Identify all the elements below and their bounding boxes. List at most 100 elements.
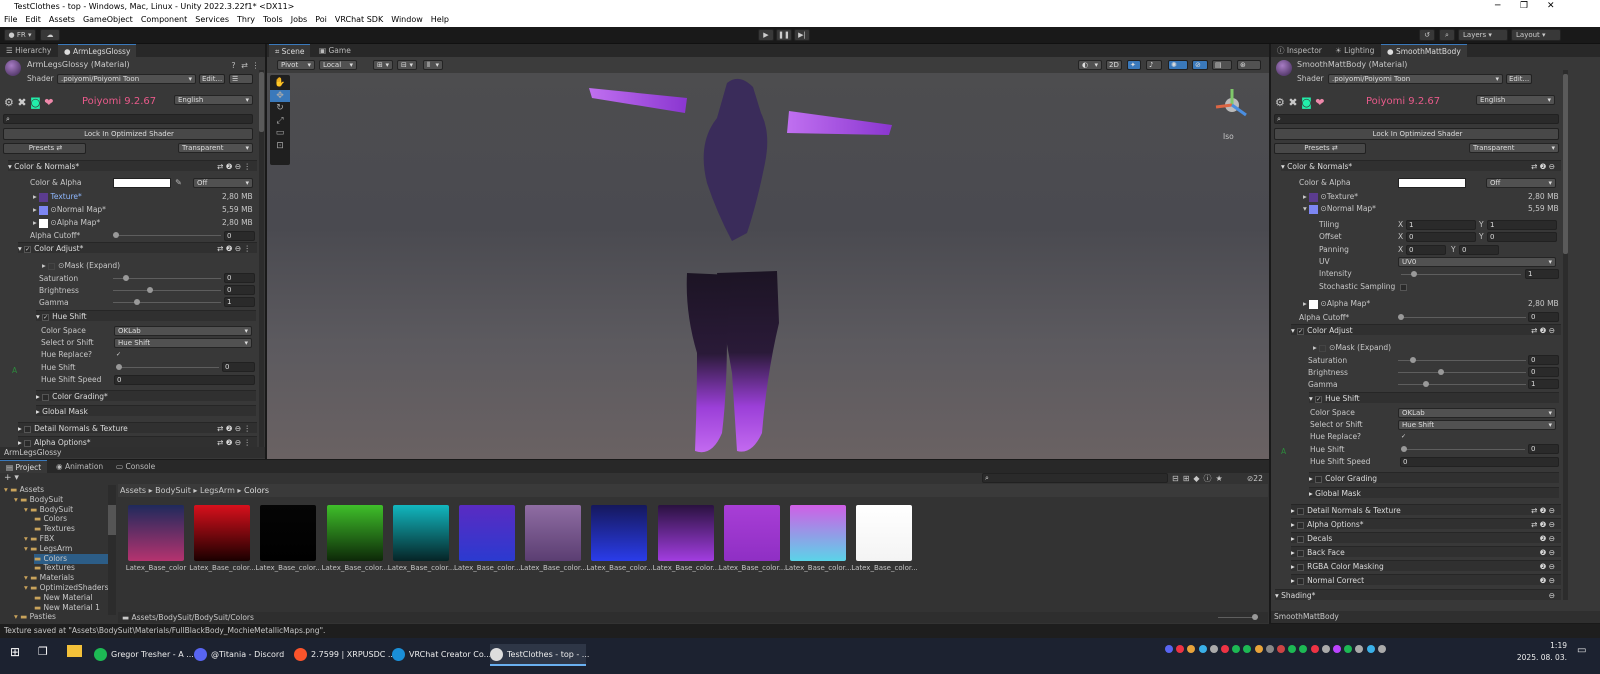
grid-snap-button[interactable]: ⊞ — [373, 60, 393, 70]
alpha-cutoff-value[interactable]: 0 — [1528, 312, 1559, 322]
tab-game[interactable]: ▣ Game — [313, 44, 357, 57]
tray-app-icon[interactable] — [1221, 645, 1229, 653]
tray-app-icon[interactable] — [1310, 645, 1319, 653]
section-hue-shift[interactable]: ▾ ✓ Hue Shift — [1309, 392, 1559, 403]
color-space-dropdown[interactable]: OKLab — [1398, 408, 1556, 418]
breadcrumb-legsarm[interactable]: LegsArm — [200, 486, 235, 495]
menu-jobs[interactable]: Jobs — [287, 15, 312, 24]
breadcrumb-bodysuit[interactable]: BodySuit — [155, 486, 191, 495]
tray-app-icon[interactable] — [1333, 645, 1341, 653]
breadcrumb-colors[interactable]: Colors — [244, 486, 269, 495]
vertex-color-dropdown[interactable]: Off — [1486, 178, 1556, 188]
scale-tool-icon[interactable]: ⤢ — [270, 115, 290, 128]
texture-thumbnail[interactable] — [260, 505, 317, 561]
texture-row[interactable]: ▸ ⊙Texture* — [1303, 191, 1358, 203]
tab-smoothmattbody[interactable]: ● SmoothMattBody — [1381, 44, 1467, 57]
gear-icon[interactable]: ⚙ — [4, 96, 14, 109]
menu-window[interactable]: Window — [387, 15, 427, 24]
offset-x-field[interactable]: 0 — [1406, 232, 1476, 242]
stochastic-checkbox[interactable] — [1400, 283, 1410, 292]
tree-folder[interactable]: ▬ New Material 1 — [34, 603, 100, 613]
texture-label[interactable]: Latex_Base_color... — [322, 564, 388, 572]
mask-expand[interactable]: ▸ ⊙Mask (Expand) — [42, 260, 120, 272]
scene-viewport[interactable]: ✋ ✥ ↻ ⤢ ▭ ⊡ Iso — [267, 73, 1269, 459]
texture-thumbnail[interactable] — [459, 505, 515, 561]
hue-shift-value[interactable]: 0 — [222, 362, 255, 372]
character-model[interactable] — [567, 73, 927, 459]
tray-app-icon[interactable] — [1176, 645, 1185, 653]
section-decals[interactable]: ▸ Decals ❷ ⊖ — [1291, 532, 1561, 543]
brightness-value[interactable]: 0 — [224, 285, 255, 295]
lock-in-button[interactable]: Lock In Optimized Shader — [1274, 128, 1559, 140]
settings-icons[interactable]: ⚙ ✖ ◙ ❤ — [4, 96, 54, 109]
color-swatch[interactable] — [1398, 178, 1466, 188]
draw-mode-button[interactable]: ◐ — [1078, 60, 1102, 70]
hand-tool-icon[interactable]: ✋ — [270, 77, 290, 90]
tray-app-icon[interactable] — [1187, 645, 1196, 653]
maximize-icon[interactable]: ❐ — [1520, 0, 1528, 13]
menu-file[interactable]: File — [0, 15, 21, 24]
lighting-toggle-icon[interactable]: ✦ — [1127, 60, 1141, 70]
texture-label[interactable]: Latex_Base_color... — [520, 564, 586, 572]
taskbar-app[interactable]: 2.7599 | XRPUSDC ... — [294, 644, 396, 666]
texture-label[interactable]: Latex_Base_color... — [851, 564, 917, 572]
brightness-slider[interactable] — [1398, 369, 1526, 375]
menu-component[interactable]: Component — [137, 15, 191, 24]
heart-icon[interactable]: ❤ — [44, 96, 53, 109]
texture-thumbnail[interactable] — [856, 505, 913, 561]
close-icon[interactable]: ✕ — [1547, 0, 1555, 13]
section-color-adjust[interactable]: ▾ ✓ Color Adjust* ⇄ ❷ ⊖ ⋮ — [18, 242, 257, 253]
intensity-slider[interactable] — [1401, 271, 1521, 277]
breadcrumb-assets[interactable]: Assets — [120, 486, 146, 495]
panning-x-field[interactable]: 0 — [1406, 245, 1446, 255]
transform-tool-icon[interactable]: ⊡ — [270, 140, 290, 153]
tab-animation[interactable]: ◉ Animation — [50, 460, 109, 473]
section-back-face[interactable]: ▸ Back Face ❷ ⊖ — [1291, 546, 1561, 557]
texture-thumbnail[interactable] — [392, 505, 449, 561]
section-detail-normals[interactable]: ▸ Detail Normals & Texture ⇄ ❷ ⊖ ⋮ — [18, 422, 257, 433]
gear-icon[interactable]: ⚙ — [1275, 96, 1285, 109]
effects-toggle-icon[interactable]: ✺ — [1168, 60, 1188, 70]
preset-icon[interactable]: ⇄ — [240, 61, 249, 70]
saturation-slider[interactable] — [113, 275, 221, 281]
gizmos-icon[interactable]: ⊛ — [1237, 60, 1261, 70]
vertex-color-dropdown[interactable]: Off — [193, 178, 253, 188]
task-view-icon[interactable]: ❐ — [38, 645, 48, 658]
tree-folder[interactable]: ▬ New Material — [34, 593, 93, 603]
menu-services[interactable]: Services — [191, 15, 233, 24]
tree-folder[interactable]: ▾ ▬ FBX — [24, 534, 54, 544]
alpha-map-row[interactable]: ▸ ⊙Alpha Map* — [33, 217, 100, 229]
section-color-normals[interactable]: ▾ Color & Normals* ⇄ ❷ ⊖ ⋮ — [8, 160, 257, 171]
tab-project[interactable]: ▤ Project — [0, 460, 48, 473]
tray-app-icon[interactable] — [1299, 645, 1308, 653]
minimize-icon[interactable]: ─ — [1495, 0, 1500, 13]
alpha-cutoff-slider[interactable] — [1398, 314, 1526, 320]
section-color-adjust[interactable]: ▾ ✓ Color Adjust ⇄ ❷ ⊖ — [1291, 324, 1561, 335]
step-icon[interactable]: ▶| — [794, 29, 810, 41]
tree-folder[interactable]: ▾ ▬ BodySuit — [14, 495, 63, 505]
shader-dropdown[interactable]: .poiyomi/Poiyomi Toon — [57, 74, 196, 84]
help-icon[interactable]: ? — [229, 61, 238, 70]
shield-icon[interactable]: ◙ — [1301, 96, 1312, 109]
menu-vrchat-sdk[interactable]: VRChat SDK — [331, 15, 387, 24]
render-mode-dropdown[interactable]: Transparent — [178, 143, 253, 153]
texture-thumbnail[interactable] — [326, 505, 383, 561]
tree-folder[interactable]: ▾ ▬ Assets — [4, 485, 44, 495]
tray-app-icon[interactable] — [1232, 645, 1241, 653]
saturation-value[interactable]: 0 — [1528, 355, 1559, 365]
saturation-slider[interactable] — [1398, 357, 1526, 363]
windows-start-icon[interactable]: ⊞ — [10, 645, 20, 659]
tab-inspector[interactable]: ⓘ Inspector — [1271, 44, 1328, 57]
tray-app-icon[interactable] — [1243, 645, 1252, 653]
tree-folder[interactable]: ▬ Colors — [34, 514, 67, 524]
lock-in-button[interactable]: Lock In Optimized Shader — [3, 128, 253, 140]
hue-shift-value[interactable]: 0 — [1528, 444, 1559, 454]
toggle-2d-button[interactable]: 2D — [1106, 60, 1122, 70]
brightness-slider[interactable] — [113, 287, 221, 293]
tools-icon[interactable]: ✖ — [1288, 96, 1297, 109]
edit-shader-button[interactable]: Edit... — [1506, 74, 1532, 84]
tray-app-icon[interactable] — [1165, 645, 1173, 653]
hue-replace-checkbox[interactable]: ✓ — [115, 351, 125, 360]
search-field[interactable]: ⌕ — [1274, 114, 1559, 124]
color-space-dropdown[interactable]: OKLab — [114, 326, 252, 336]
